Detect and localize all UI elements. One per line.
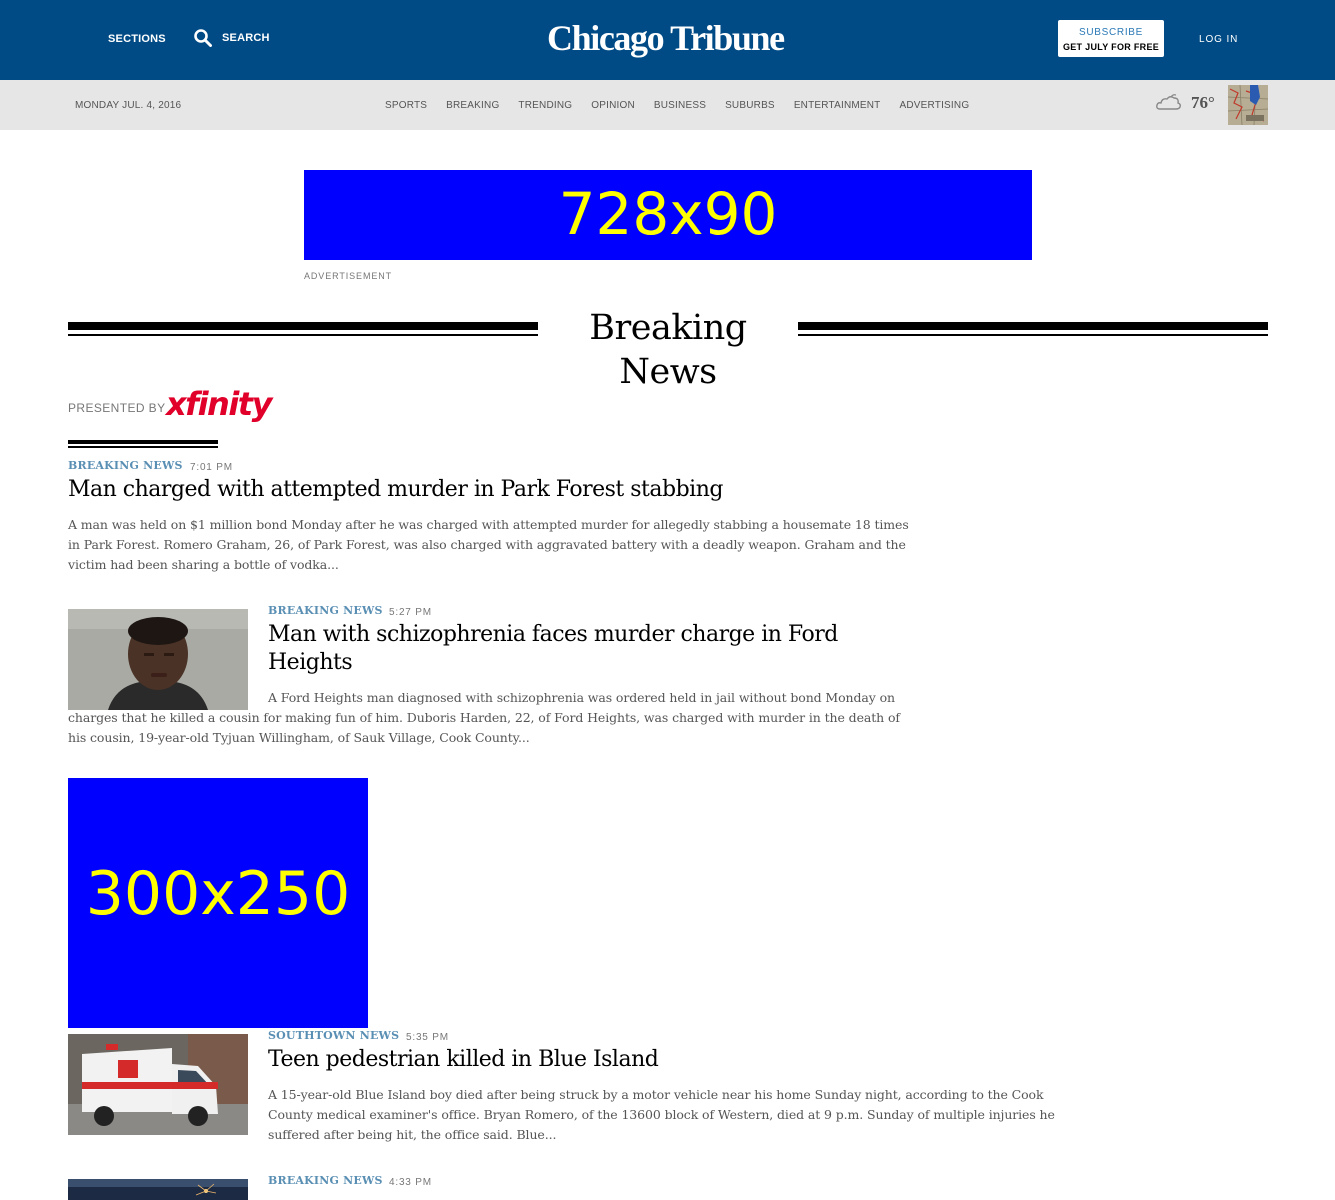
story-timestamp: 5:35 PM	[406, 1032, 449, 1043]
divider	[68, 440, 218, 448]
nav-link-suburbs[interactable]: SUBURBS	[725, 100, 775, 111]
heading-rule-left	[68, 322, 538, 336]
nav-link-business[interactable]: BUSINESS	[654, 100, 706, 111]
section-nav-bar: MONDAY JUL. 4, 2016 SPORTS BREAKING TREN…	[0, 80, 1335, 130]
ambulance-image	[68, 1034, 248, 1135]
chicago-tribune-logo[interactable]: Chicago Tribune	[547, 18, 785, 58]
story-category-label[interactable]: BREAKING NEWS	[268, 604, 383, 617]
story-summary: A 15-year-old Blue Island boy died after…	[268, 1087, 1055, 1142]
story-headline[interactable]: Man with schizophrenia faces murder char…	[268, 621, 888, 677]
heading-rule-right	[798, 322, 1268, 336]
story-timestamp: 7:01 PM	[190, 462, 233, 473]
cloud-icon[interactable]	[1156, 93, 1182, 111]
sections-button[interactable]: SECTIONS	[108, 33, 166, 45]
radar-map-image	[1228, 85, 1268, 125]
nav-link-sports[interactable]: SPORTS	[385, 100, 427, 111]
search-label: SEARCH	[222, 32, 270, 44]
box-ad[interactable]: 300x250	[68, 778, 368, 1028]
advertisement-label: ADVERTISEMENT	[304, 271, 393, 281]
nav-link-opinion[interactable]: OPINION	[591, 100, 635, 111]
story-thumbnail[interactable]	[68, 1034, 248, 1135]
nav-link-entertainment[interactable]: ENTERTAINMENT	[794, 100, 881, 111]
nav-link-breaking[interactable]: BREAKING	[446, 100, 499, 111]
section-nav-links: SPORTS BREAKING TRENDING OPINION BUSINES…	[385, 100, 988, 111]
fireworks-image	[68, 1179, 248, 1200]
story-timestamp: 4:33 PM	[389, 1177, 432, 1188]
subscribe-label: SUBSCRIBE	[1078, 27, 1144, 38]
story-category-label[interactable]: BREAKING NEWS	[68, 459, 183, 472]
story-thumbnail[interactable]	[68, 1179, 248, 1200]
story-category-label[interactable]: BREAKING NEWS	[268, 1174, 383, 1187]
search-button[interactable]: SEARCH	[194, 29, 270, 47]
nav-link-trending[interactable]: TRENDING	[518, 100, 572, 111]
story-timestamp: 5:27 PM	[389, 607, 432, 618]
search-icon	[194, 29, 212, 47]
story-summary: A man was held on $1 million bond Monday…	[68, 517, 909, 572]
story-headline[interactable]: Teen pedestrian killed in Blue Island	[268, 1046, 1088, 1074]
temperature[interactable]: 76°	[1191, 93, 1215, 113]
subscribe-button[interactable]: SUBSCRIBE GET JULY FOR FREE	[1058, 20, 1164, 57]
nav-link-advertising[interactable]: ADVERTISING	[900, 100, 970, 111]
subscribe-offer: GET JULY FOR FREE	[1062, 42, 1160, 52]
story-summary: A Ford Heights man diagnosed with schizo…	[68, 690, 900, 745]
page-title: Breaking News	[589, 308, 747, 392]
sponsor-logo[interactable]: xfinity	[166, 385, 272, 423]
site-header: SECTIONS SEARCH Chicago Tribune SUBSCRIB…	[0, 0, 1335, 80]
leaderboard-ad[interactable]: 728x90	[304, 170, 1032, 260]
presented-by-label: PRESENTED BY	[68, 401, 166, 415]
story-headline[interactable]: Man charged with attempted murder in Par…	[68, 476, 928, 504]
weather-map-thumbnail[interactable]	[1228, 85, 1268, 125]
login-link[interactable]: LOG IN	[1199, 34, 1238, 45]
current-date: MONDAY JUL. 4, 2016	[75, 100, 182, 111]
story-category-label[interactable]: SOUTHTOWN NEWS	[268, 1029, 399, 1042]
